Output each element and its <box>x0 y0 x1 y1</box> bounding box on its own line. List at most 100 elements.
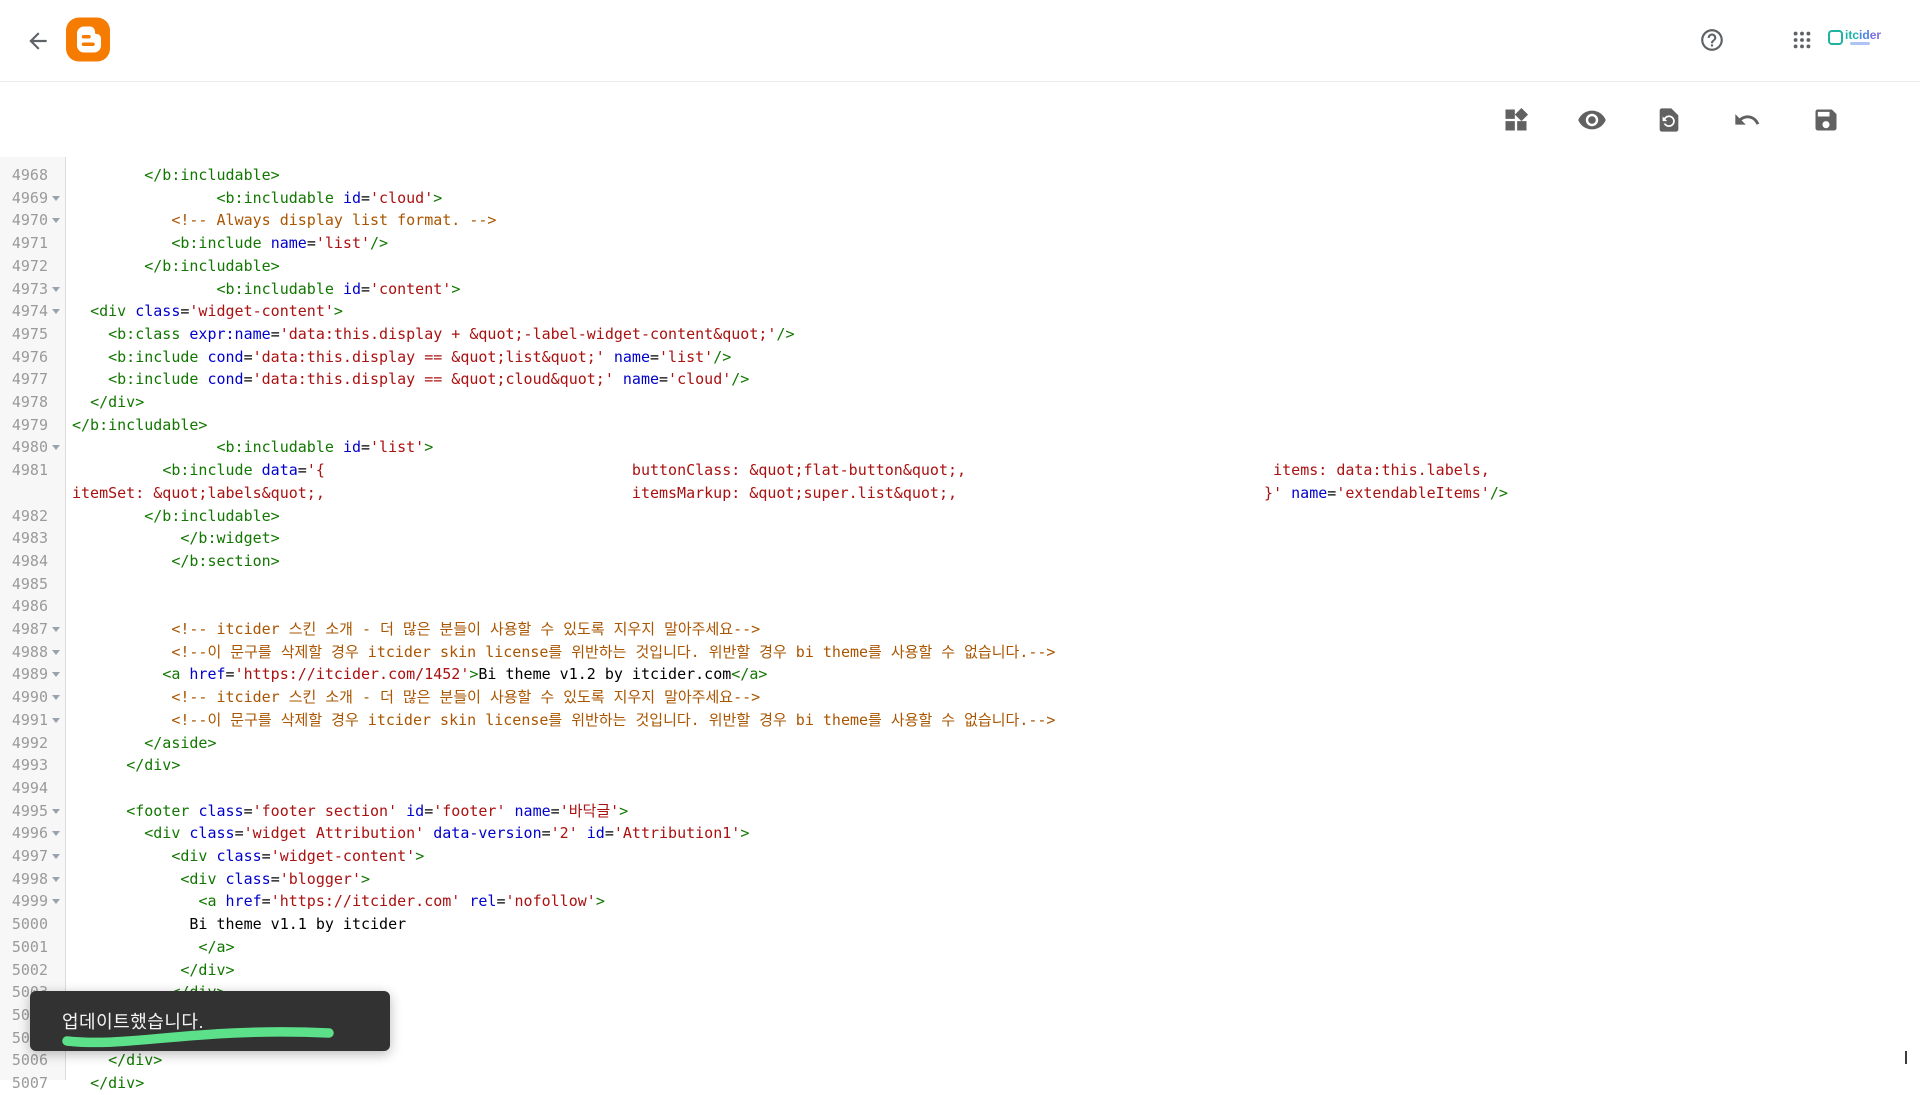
code-line[interactable]: 4988 <!--이 문구를 삭제할 경우 itcider skin licen… <box>0 641 1920 664</box>
code-line[interactable]: 4996 <div class='widget Attribution' dat… <box>0 822 1920 845</box>
code-line[interactable]: 5001 </a> <box>0 936 1920 959</box>
code-line-text[interactable]: <!-- Always display list format. --> <box>72 209 496 232</box>
code-line-text[interactable]: </b:includable> <box>72 414 207 437</box>
code-line[interactable]: 4993 </div> <box>0 754 1920 777</box>
fold-arrow-icon[interactable] <box>52 672 60 678</box>
code-line-text[interactable]: <a href='https://itcider.com' rel='nofol… <box>72 890 604 913</box>
code-line[interactable]: 4981 <b:include data='{ buttonClass: &qu… <box>0 459 1920 482</box>
code-line-text[interactable]: itemSet: &quot;labels&quot;, itemsMarkup… <box>72 482 1508 505</box>
code-line[interactable]: 4970 <!-- Always display list format. --… <box>0 209 1920 232</box>
code-line[interactable]: 5006 </div> <box>0 1049 1920 1072</box>
code-line[interactable]: 4998 <div class='blogger'> <box>0 868 1920 891</box>
code-editor[interactable]: 4968 </b:includable> 4969 <b:includable i… <box>0 157 1920 1092</box>
fold-arrow-icon[interactable] <box>52 195 60 201</box>
code-line-text[interactable]: <b:includable id='cloud'> <box>72 187 443 210</box>
fold-arrow-icon[interactable] <box>52 695 60 701</box>
code-line[interactable]: 4979 </b:includable> <box>0 414 1920 437</box>
fold-arrow-icon[interactable] <box>52 899 60 905</box>
widgets-button[interactable] <box>1492 100 1540 140</box>
code-line[interactable]: 4997 <div class='widget-content'> <box>0 845 1920 868</box>
fold-arrow-icon[interactable] <box>52 808 60 814</box>
help-button[interactable] <box>1690 18 1734 62</box>
code-line-text[interactable]: Bi theme v1.1 by itcider <box>72 913 406 936</box>
code-line-text[interactable]: <!-- itcider 스킨 소개 - 더 많은 분들이 사용할 수 있도록 … <box>72 686 760 709</box>
fold-arrow-icon[interactable] <box>52 717 60 723</box>
code-line-text[interactable]: <footer class='footer section' id='foote… <box>72 800 628 823</box>
fold-arrow-icon[interactable] <box>52 854 60 859</box>
code-line[interactable]: 4985 <box>0 573 1920 596</box>
code-line-text[interactable]: </b:includable> <box>72 164 279 187</box>
fold-arrow-icon[interactable] <box>52 649 60 655</box>
code-line-text[interactable]: <a href='https://itcider.com/1452'>Bi th… <box>72 663 767 686</box>
code-line[interactable]: 4978 </div> <box>0 391 1920 414</box>
fold-arrow-icon[interactable] <box>52 876 60 882</box>
code-line-text[interactable]: <b:includable id='list'> <box>72 436 434 459</box>
code-line-text[interactable]: <b:class expr:name='data:this.display + … <box>72 323 794 346</box>
code-line[interactable]: 4986 <box>0 595 1920 618</box>
code-line[interactable]: 4977 <b:include cond='data:this.display … <box>0 368 1920 391</box>
code-line-text[interactable]: </div> <box>72 391 144 414</box>
code-line-text[interactable]: <b:include name='list'/> <box>72 232 388 255</box>
code-line[interactable]: 4989 <a href='https://itcider.com/1452'>… <box>0 663 1920 686</box>
code-line-text[interactable]: <!--이 문구를 삭제할 경우 itcider skin license를 위… <box>72 709 1055 732</box>
code-line[interactable]: 4976 <b:include cond='data:this.display … <box>0 346 1920 369</box>
code-line[interactable]: 5007 </div> <box>0 1072 1920 1095</box>
code-line-text[interactable]: </b:includable> <box>72 255 279 278</box>
code-line[interactable]: 5000 Bi theme v1.1 by itcider <box>0 913 1920 936</box>
code-line[interactable]: 5002 </div> <box>0 959 1920 982</box>
code-line[interactable]: itemSet: &quot;labels&quot;, itemsMarkup… <box>0 482 1920 505</box>
code-line-text[interactable]: <b:include data='{ buttonClass: &quot;fl… <box>72 459 1490 482</box>
apps-grid-button[interactable] <box>1780 18 1824 62</box>
code-line[interactable]: 4995 <footer class='footer section' id='… <box>0 800 1920 823</box>
code-line-text[interactable]: </aside> <box>72 732 216 755</box>
code-line-text[interactable]: <b:includable id='content'> <box>72 278 461 301</box>
code-line-text[interactable]: </div> <box>72 1049 162 1072</box>
code-line-text[interactable]: </a> <box>72 936 234 959</box>
undo-button[interactable] <box>1723 100 1771 140</box>
preview-button[interactable] <box>1568 100 1616 140</box>
code-line-text[interactable]: <div class='widget-content'> <box>72 845 424 868</box>
code-line[interactable]: 4987 <!-- itcider 스킨 소개 - 더 많은 분들이 사용할 수… <box>0 618 1920 641</box>
code-line-text[interactable]: <b:include cond='data:this.display == &q… <box>72 346 731 369</box>
code-line[interactable]: 4994 <box>0 777 1920 800</box>
code-line-text[interactable]: <div class='widget Attribution' data-ver… <box>72 822 749 845</box>
account-avatar[interactable]: itcider <box>1828 28 1881 45</box>
code-line[interactable]: 4971 <b:include name='list'/> <box>0 232 1920 255</box>
restore-template-button[interactable] <box>1645 100 1693 140</box>
code-line[interactable]: 4975 <b:class expr:name='data:this.displ… <box>0 323 1920 346</box>
code-line[interactable]: 4980 <b:includable id='list'> <box>0 436 1920 459</box>
code-line-text[interactable]: </div> <box>72 754 180 777</box>
fold-arrow-icon[interactable] <box>52 218 60 224</box>
code-line-text[interactable]: </b:widget> <box>72 527 279 550</box>
fold-arrow-icon[interactable] <box>52 286 60 292</box>
code-line-text[interactable]: <div class='widget-content'> <box>72 300 343 323</box>
code-line-text[interactable]: <b:include cond='data:this.display == &q… <box>72 368 749 391</box>
code-line[interactable]: 4973 <b:includable id='content'> <box>0 278 1920 301</box>
fold-arrow-icon[interactable] <box>52 831 60 837</box>
code-line[interactable]: 4999 <a href='https://itcider.com' rel='… <box>0 890 1920 913</box>
code-line-text[interactable]: </b:includable> <box>72 505 279 528</box>
back-button[interactable] <box>16 19 60 63</box>
code-line[interactable]: 4990 <!-- itcider 스킨 소개 - 더 많은 분들이 사용할 수… <box>0 686 1920 709</box>
code-line-text[interactable]: <!-- itcider 스킨 소개 - 더 많은 분들이 사용할 수 있도록 … <box>72 618 760 641</box>
code-line[interactable]: 4974 <div class='widget-content'> <box>0 300 1920 323</box>
code-line-text[interactable]: </div> <box>72 959 234 982</box>
code-line[interactable]: 4968 </b:includable> <box>0 164 1920 187</box>
code-line[interactable]: 4982 </b:includable> <box>0 505 1920 528</box>
save-button[interactable] <box>1802 100 1850 140</box>
code-line-text[interactable]: </b:section> <box>72 550 279 573</box>
code-line-text[interactable]: <div class='blogger'> <box>72 868 370 891</box>
fold-arrow-icon[interactable] <box>52 309 60 315</box>
code-line-text[interactable]: <!--이 문구를 삭제할 경우 itcider skin license를 위… <box>72 641 1055 664</box>
code-line[interactable]: 4991 <!--이 문구를 삭제할 경우 itcider skin licen… <box>0 709 1920 732</box>
fold-arrow-icon[interactable] <box>52 445 60 451</box>
code-line[interactable]: 4969 <b:includable id='cloud'> <box>0 187 1920 210</box>
code-line[interactable]: 4984 </b:section> <box>0 550 1920 573</box>
code-line[interactable]: 4992 </aside> <box>0 732 1920 755</box>
line-number: 4987 <box>11 620 48 638</box>
fold-arrow-icon[interactable] <box>52 627 60 632</box>
code-line-text[interactable]: </div> <box>72 1072 144 1095</box>
editor-toolbar <box>0 82 1920 157</box>
code-line[interactable]: 4972 </b:includable> <box>0 255 1920 278</box>
code-line[interactable]: 4983 </b:widget> <box>0 527 1920 550</box>
